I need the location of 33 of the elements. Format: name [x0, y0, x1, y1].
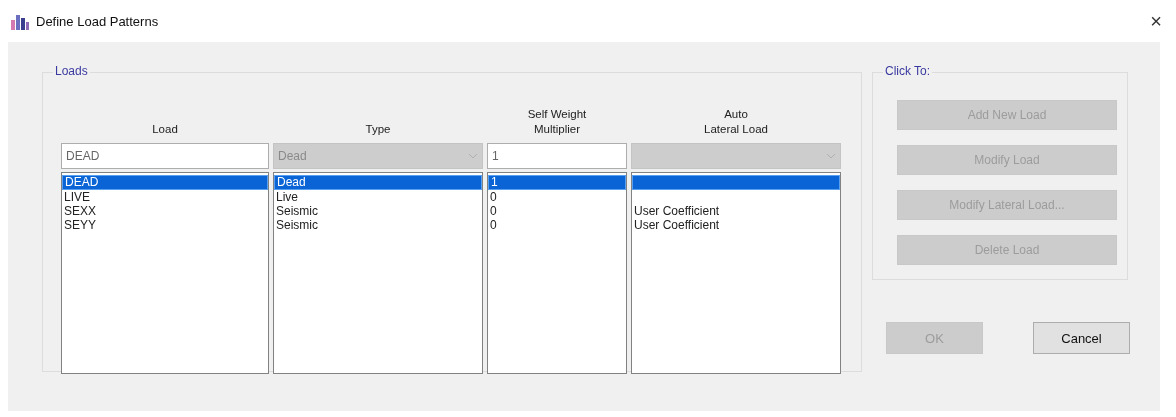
list-item[interactable]: DEAD [62, 175, 268, 190]
list-item[interactable]: LIVE [62, 190, 268, 204]
window-title: Define Load Patterns [36, 13, 159, 29]
list-item[interactable]: 0 [488, 218, 626, 232]
list-box[interactable]: User Coefficient User Coefficient [631, 172, 841, 374]
close-button[interactable]: × [1150, 9, 1162, 33]
list-item[interactable]: User Coefficient [632, 204, 840, 218]
list-box[interactable]: Dead Live Seismic Seismic [273, 172, 483, 374]
list-item[interactable]: SEXX [62, 204, 268, 218]
list-item[interactable]: 1 [488, 175, 626, 190]
dialog-button[interactable]: Cancel [1033, 322, 1130, 354]
input-field[interactable]: DEAD [61, 143, 269, 169]
app-icon [10, 12, 30, 30]
list-item[interactable]: 0 [488, 190, 626, 204]
list-item[interactable]: Seismic [274, 218, 482, 232]
list-item[interactable] [632, 175, 840, 190]
chevron-down-icon [468, 153, 478, 159]
list-item[interactable]: User Coefficient [632, 218, 840, 232]
group-title: Click To: [883, 64, 933, 78]
column-heading: Load [152, 122, 178, 137]
column-heading: Self Weight Multiplier [527, 107, 587, 137]
list-item[interactable]: Seismic [274, 204, 482, 218]
list-item[interactable]: 0 [488, 204, 626, 218]
chevron-down-icon [826, 153, 836, 159]
list-box[interactable]: DEAD LIVE SEXX SEYY [61, 172, 269, 374]
list-item[interactable]: Dead [274, 175, 482, 190]
column-heading: Type [365, 122, 391, 137]
list-box[interactable]: 1 0 0 0 [487, 172, 627, 374]
list-item[interactable]: SEYY [62, 218, 268, 232]
input-field[interactable]: 1 [487, 143, 627, 169]
list-item[interactable]: Live [274, 190, 482, 204]
column-heading: Auto Lateral Load [704, 107, 768, 137]
group-title: Loads [53, 64, 90, 78]
